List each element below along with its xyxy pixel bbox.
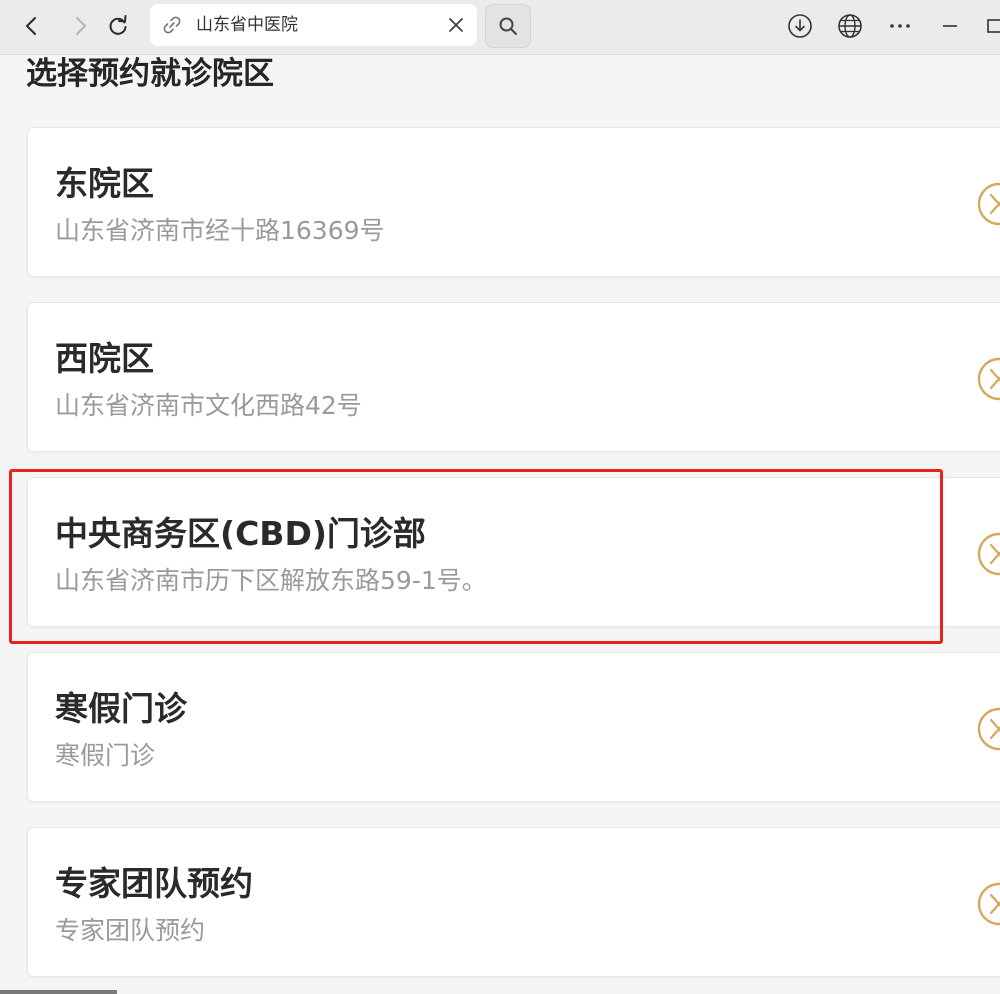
arrow-circle-icon[interactable] bbox=[976, 881, 1000, 927]
address-bar[interactable]: 山东省中医院 bbox=[150, 4, 477, 46]
address-text[interactable]: 山东省中医院 bbox=[196, 4, 298, 46]
forward-button[interactable] bbox=[60, 6, 100, 46]
download-button[interactable] bbox=[780, 6, 820, 46]
back-icon bbox=[26, 17, 36, 35]
minimize-icon bbox=[943, 25, 957, 27]
search-icon bbox=[499, 17, 517, 35]
back-button[interactable] bbox=[12, 6, 52, 46]
campus-name: 专家团队预约 bbox=[55, 864, 253, 903]
search-button[interactable] bbox=[485, 4, 531, 48]
globe-icon bbox=[838, 14, 862, 38]
arrow-circle-icon[interactable] bbox=[976, 181, 1000, 227]
arrow-circle-icon[interactable] bbox=[976, 531, 1000, 577]
campus-address: 专家团队预约 bbox=[55, 916, 206, 945]
campus-card-east[interactable]: 东院区 山东省济南市经十路16369号 bbox=[27, 127, 1000, 277]
link-icon bbox=[163, 16, 181, 34]
browser-toolbar: 山东省中医院 bbox=[0, 0, 1000, 55]
campus-name: 东院区 bbox=[55, 164, 154, 203]
reload-icon bbox=[109, 15, 127, 35]
horizontal-scrollbar[interactable] bbox=[0, 990, 117, 994]
reload-button[interactable] bbox=[98, 6, 138, 46]
campus-card-cbd[interactable]: 中央商务区(CBD)门诊部 山东省济南市历下区解放东路59-1号。 bbox=[27, 477, 1000, 627]
campus-card-winter-clinic[interactable]: 寒假门诊 寒假门诊 bbox=[27, 652, 1000, 802]
campus-card-expert-team[interactable]: 专家团队预约 专家团队预约 bbox=[27, 827, 1000, 977]
arrow-circle-icon[interactable] bbox=[976, 706, 1000, 752]
campus-address: 寒假门诊 bbox=[55, 741, 156, 770]
maximize-icon bbox=[987, 19, 1000, 33]
globe-button[interactable] bbox=[830, 6, 870, 46]
campus-name: 寒假门诊 bbox=[55, 689, 187, 728]
campus-name: 西院区 bbox=[55, 339, 154, 378]
campus-name: 中央商务区(CBD)门诊部 bbox=[55, 514, 426, 553]
campus-address: 山东省济南市历下区解放东路59-1号。 bbox=[55, 566, 487, 595]
campus-address: 山东省济南市文化西路42号 bbox=[55, 391, 362, 420]
more-icon bbox=[890, 24, 910, 28]
arrow-circle-icon[interactable] bbox=[976, 356, 1000, 402]
campus-card-west[interactable]: 西院区 山东省济南市文化西路42号 bbox=[27, 302, 1000, 452]
more-button[interactable] bbox=[880, 6, 920, 46]
download-icon bbox=[788, 14, 812, 38]
forward-icon bbox=[76, 17, 86, 35]
maximize-button[interactable] bbox=[980, 6, 1000, 46]
campus-address: 山东省济南市经十路16369号 bbox=[55, 216, 385, 245]
minimize-button[interactable] bbox=[930, 6, 970, 46]
clear-icon[interactable] bbox=[447, 16, 465, 34]
page-title: 选择预约就诊院区 bbox=[26, 56, 274, 92]
